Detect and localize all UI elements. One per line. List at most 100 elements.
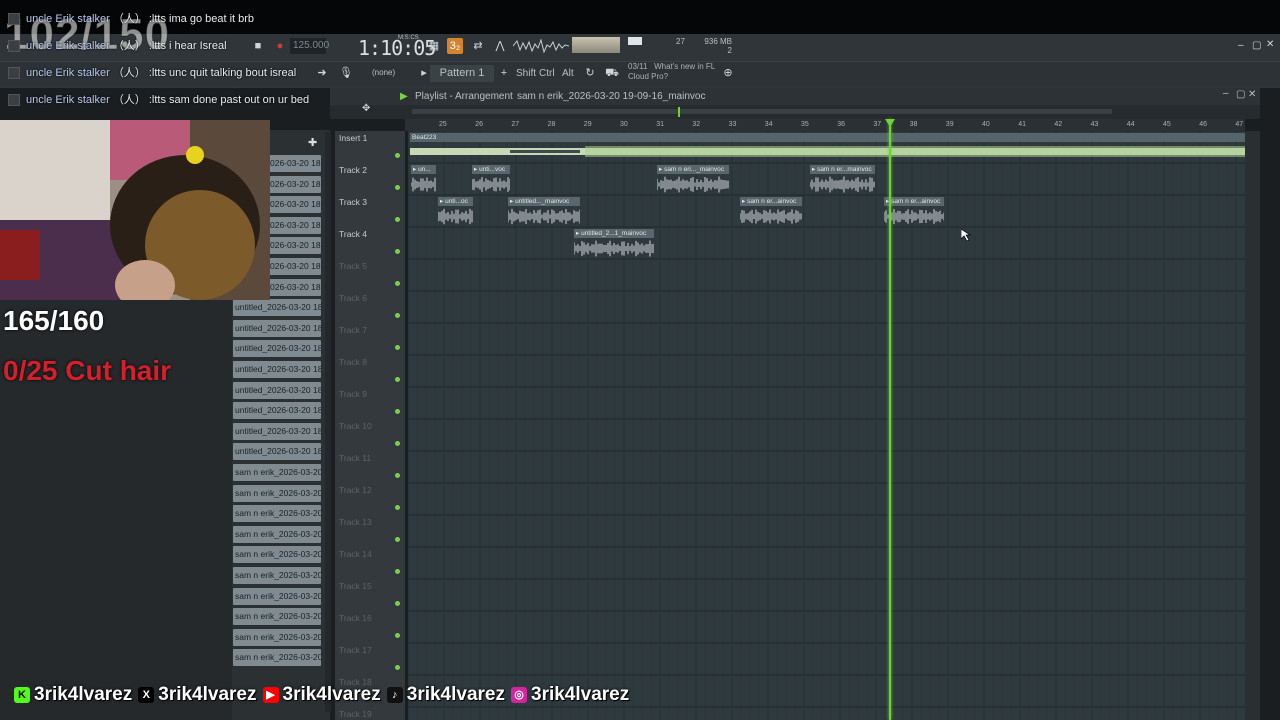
chat-username[interactable]: uncle Erik stalker bbox=[26, 67, 113, 79]
overview-strip[interactable] bbox=[412, 109, 1112, 114]
track-mute-indicator[interactable] bbox=[395, 281, 400, 286]
track-mute-indicator[interactable] bbox=[395, 537, 400, 542]
audio-clip[interactable]: ▸ sam n er...mainvoc bbox=[810, 165, 875, 195]
track-label[interactable]: Track 2 bbox=[339, 165, 367, 175]
minimize-icon[interactable]: – bbox=[1238, 40, 1244, 51]
audio-clip[interactable]: ▸ un... bbox=[411, 165, 436, 195]
track-label[interactable]: Track 5 bbox=[339, 261, 367, 271]
browser-item[interactable]: sam n erik_2026-03-20... bbox=[233, 546, 321, 564]
browser-item[interactable]: untitled_2026-03-20 18-... bbox=[233, 422, 321, 440]
browser-item[interactable]: 026-03-20 18-... bbox=[268, 278, 321, 296]
browser-item[interactable]: untitled_2026-03-20 18-... bbox=[233, 299, 321, 317]
browser-item[interactable]: sam n erik_2026-03-20... bbox=[233, 587, 321, 605]
audio-clip[interactable]: ▸ sam n er...ainvoc bbox=[884, 197, 944, 227]
track-mute-indicator[interactable] bbox=[395, 185, 400, 190]
browser-item[interactable]: sam n erik_2026-03-20... bbox=[233, 567, 321, 584]
close-icon[interactable]: ✕ bbox=[1266, 39, 1274, 50]
playlist-minimize-icon[interactable]: – bbox=[1223, 88, 1229, 99]
input-select[interactable]: (none) bbox=[372, 68, 395, 77]
news-panel[interactable]: 03/11 What's new in FL Cloud Pro? bbox=[628, 62, 715, 82]
track-mute-indicator[interactable] bbox=[395, 601, 400, 606]
restore-icon[interactable]: ▢ bbox=[1252, 40, 1261, 51]
browser-item[interactable]: 026-03-20 18-... bbox=[268, 237, 321, 255]
audio-clip[interactable]: ▸ untitled_2...1_mainvoc bbox=[574, 229, 654, 259]
browser-item[interactable]: untitled_2026-03-20 18-... bbox=[233, 361, 321, 378]
track-label[interactable]: Track 4 bbox=[339, 229, 367, 239]
globe-icon[interactable]: ⊕ bbox=[720, 65, 736, 81]
tempo-tap-icon[interactable]: ↻ bbox=[582, 65, 598, 81]
wait-icon[interactable]: ⇄ bbox=[470, 38, 486, 54]
track-label[interactable]: Track 11 bbox=[339, 453, 371, 463]
stop-button[interactable]: ■ bbox=[250, 38, 266, 54]
browser-add-icon[interactable]: ✚ bbox=[308, 136, 317, 149]
browser-item[interactable]: sam n erik_2026-03-20... bbox=[233, 464, 321, 481]
metronome-icon[interactable]: 3₂ bbox=[447, 38, 463, 54]
browser-item[interactable]: sam n erik_2026-03-20... bbox=[233, 505, 321, 523]
cart-icon[interactable]: ⛟ bbox=[604, 65, 620, 81]
track-mute-indicator[interactable] bbox=[395, 633, 400, 638]
track-label[interactable]: Track 13 bbox=[339, 517, 372, 527]
track-mute-indicator[interactable] bbox=[395, 249, 400, 254]
browser-item[interactable]: 026-03-20 18-... bbox=[268, 258, 321, 275]
browser-item[interactable]: sam n erik_2026-03-20... bbox=[233, 628, 321, 646]
track-label[interactable]: Track 3 bbox=[339, 197, 367, 207]
shift-button[interactable]: Shift bbox=[516, 68, 536, 79]
browser-item[interactable]: sam n erik_2026-03-20... bbox=[233, 525, 321, 543]
track-mute-indicator[interactable] bbox=[395, 377, 400, 382]
keyboard-icon[interactable]: ▦ bbox=[426, 38, 442, 54]
track-mute-indicator[interactable] bbox=[395, 569, 400, 574]
audio-clip[interactable]: ▸ sam n er...ainvoc bbox=[740, 197, 802, 227]
track-label[interactable]: Track 19 bbox=[339, 709, 372, 719]
track-mute-indicator[interactable] bbox=[395, 217, 400, 222]
vertical-scrollbar[interactable] bbox=[1245, 131, 1260, 720]
track-label[interactable]: Track 16 bbox=[339, 613, 372, 623]
track-mute-indicator[interactable] bbox=[395, 345, 400, 350]
audio-clip[interactable]: ▸ unti...voc bbox=[472, 165, 510, 195]
browser-item[interactable]: 026-03-20 18-... bbox=[268, 155, 321, 172]
track-label[interactable]: Track 15 bbox=[339, 581, 372, 591]
browser-item[interactable]: untitled_2026-03-20 18-... bbox=[233, 402, 321, 420]
track-mute-indicator[interactable] bbox=[395, 153, 400, 158]
track-label[interactable]: Track 7 bbox=[339, 325, 367, 335]
track-label[interactable]: Track 12 bbox=[339, 485, 372, 495]
track-mute-indicator[interactable] bbox=[395, 441, 400, 446]
timeline-ruler[interactable]: 25 26 27 28 29 30 31 32 33 34 35 36 37 38 39 40 41 42 43 44… bbox=[405, 119, 1245, 131]
microphone-icon[interactable]: 🎙 bbox=[338, 65, 354, 81]
track-label[interactable]: Track 10 bbox=[339, 421, 372, 431]
track-mute-indicator[interactable] bbox=[395, 313, 400, 318]
browser-item[interactable]: sam n erik_2026-03-20... bbox=[233, 484, 321, 502]
track-mute-indicator[interactable] bbox=[395, 409, 400, 414]
arrangement-name[interactable]: sam n erik_2026-03-20 19-09-16_mainvoc bbox=[517, 91, 705, 102]
track-label[interactable]: Track 14 bbox=[339, 549, 372, 559]
playlist-close-icon[interactable]: ✕ bbox=[1248, 89, 1256, 100]
audio-clip[interactable]: ▸ unti...oc bbox=[438, 197, 473, 227]
browser-item[interactable]: untitled_2026-03-20 18-... bbox=[233, 319, 321, 337]
browser-scrollbar[interactable] bbox=[325, 132, 331, 712]
snap-icon[interactable]: ✥ bbox=[362, 103, 370, 114]
browser-item[interactable]: sam n erik_2026-03-20... bbox=[233, 649, 321, 667]
track-mute-indicator[interactable] bbox=[395, 473, 400, 478]
tempo-display[interactable]: 125.000 bbox=[290, 38, 329, 54]
track-label[interactable]: Track 8 bbox=[339, 357, 367, 367]
pattern-selector[interactable]: Pattern 1 bbox=[430, 65, 494, 82]
alt-button[interactable]: Alt bbox=[562, 68, 574, 79]
audio-clip[interactable]: ▸ untitled..._mainvoc bbox=[508, 197, 580, 227]
track-mute-indicator[interactable] bbox=[395, 665, 400, 670]
audio-clip[interactable]: ▸ sam n eri..._mainvoc bbox=[657, 165, 729, 195]
add-pattern-icon[interactable]: + bbox=[496, 65, 512, 81]
browser-item[interactable]: 026-03-20 18-... bbox=[268, 196, 321, 214]
track-label[interactable]: Track 6 bbox=[339, 293, 367, 303]
ctrl-button[interactable]: Ctrl bbox=[539, 68, 555, 79]
browser-item[interactable]: sam n erik_2026-03-20... bbox=[233, 608, 321, 626]
chat-username[interactable]: uncle Erik stalker bbox=[26, 13, 113, 25]
browser-item[interactable]: 026-03-20 18-... bbox=[268, 216, 321, 234]
chat-username[interactable]: uncle Erik stalker bbox=[26, 40, 113, 52]
browser-item[interactable]: untitled_2026-03-20 18-... bbox=[233, 340, 321, 358]
playlist-titlebar[interactable]: ▶ Playlist - Arrangement sam n erik_2026… bbox=[330, 88, 1260, 105]
browser-item[interactable]: untitled_2026-03-20 18-... bbox=[233, 443, 321, 461]
chat-username[interactable]: uncle Erik stalker bbox=[26, 94, 113, 106]
track-label[interactable]: Insert 1 bbox=[339, 133, 367, 143]
arrow-right-icon[interactable]: ➜ bbox=[314, 65, 330, 81]
step-edit-icon[interactable]: ⋀ bbox=[492, 38, 508, 54]
track-mute-indicator[interactable] bbox=[395, 505, 400, 510]
